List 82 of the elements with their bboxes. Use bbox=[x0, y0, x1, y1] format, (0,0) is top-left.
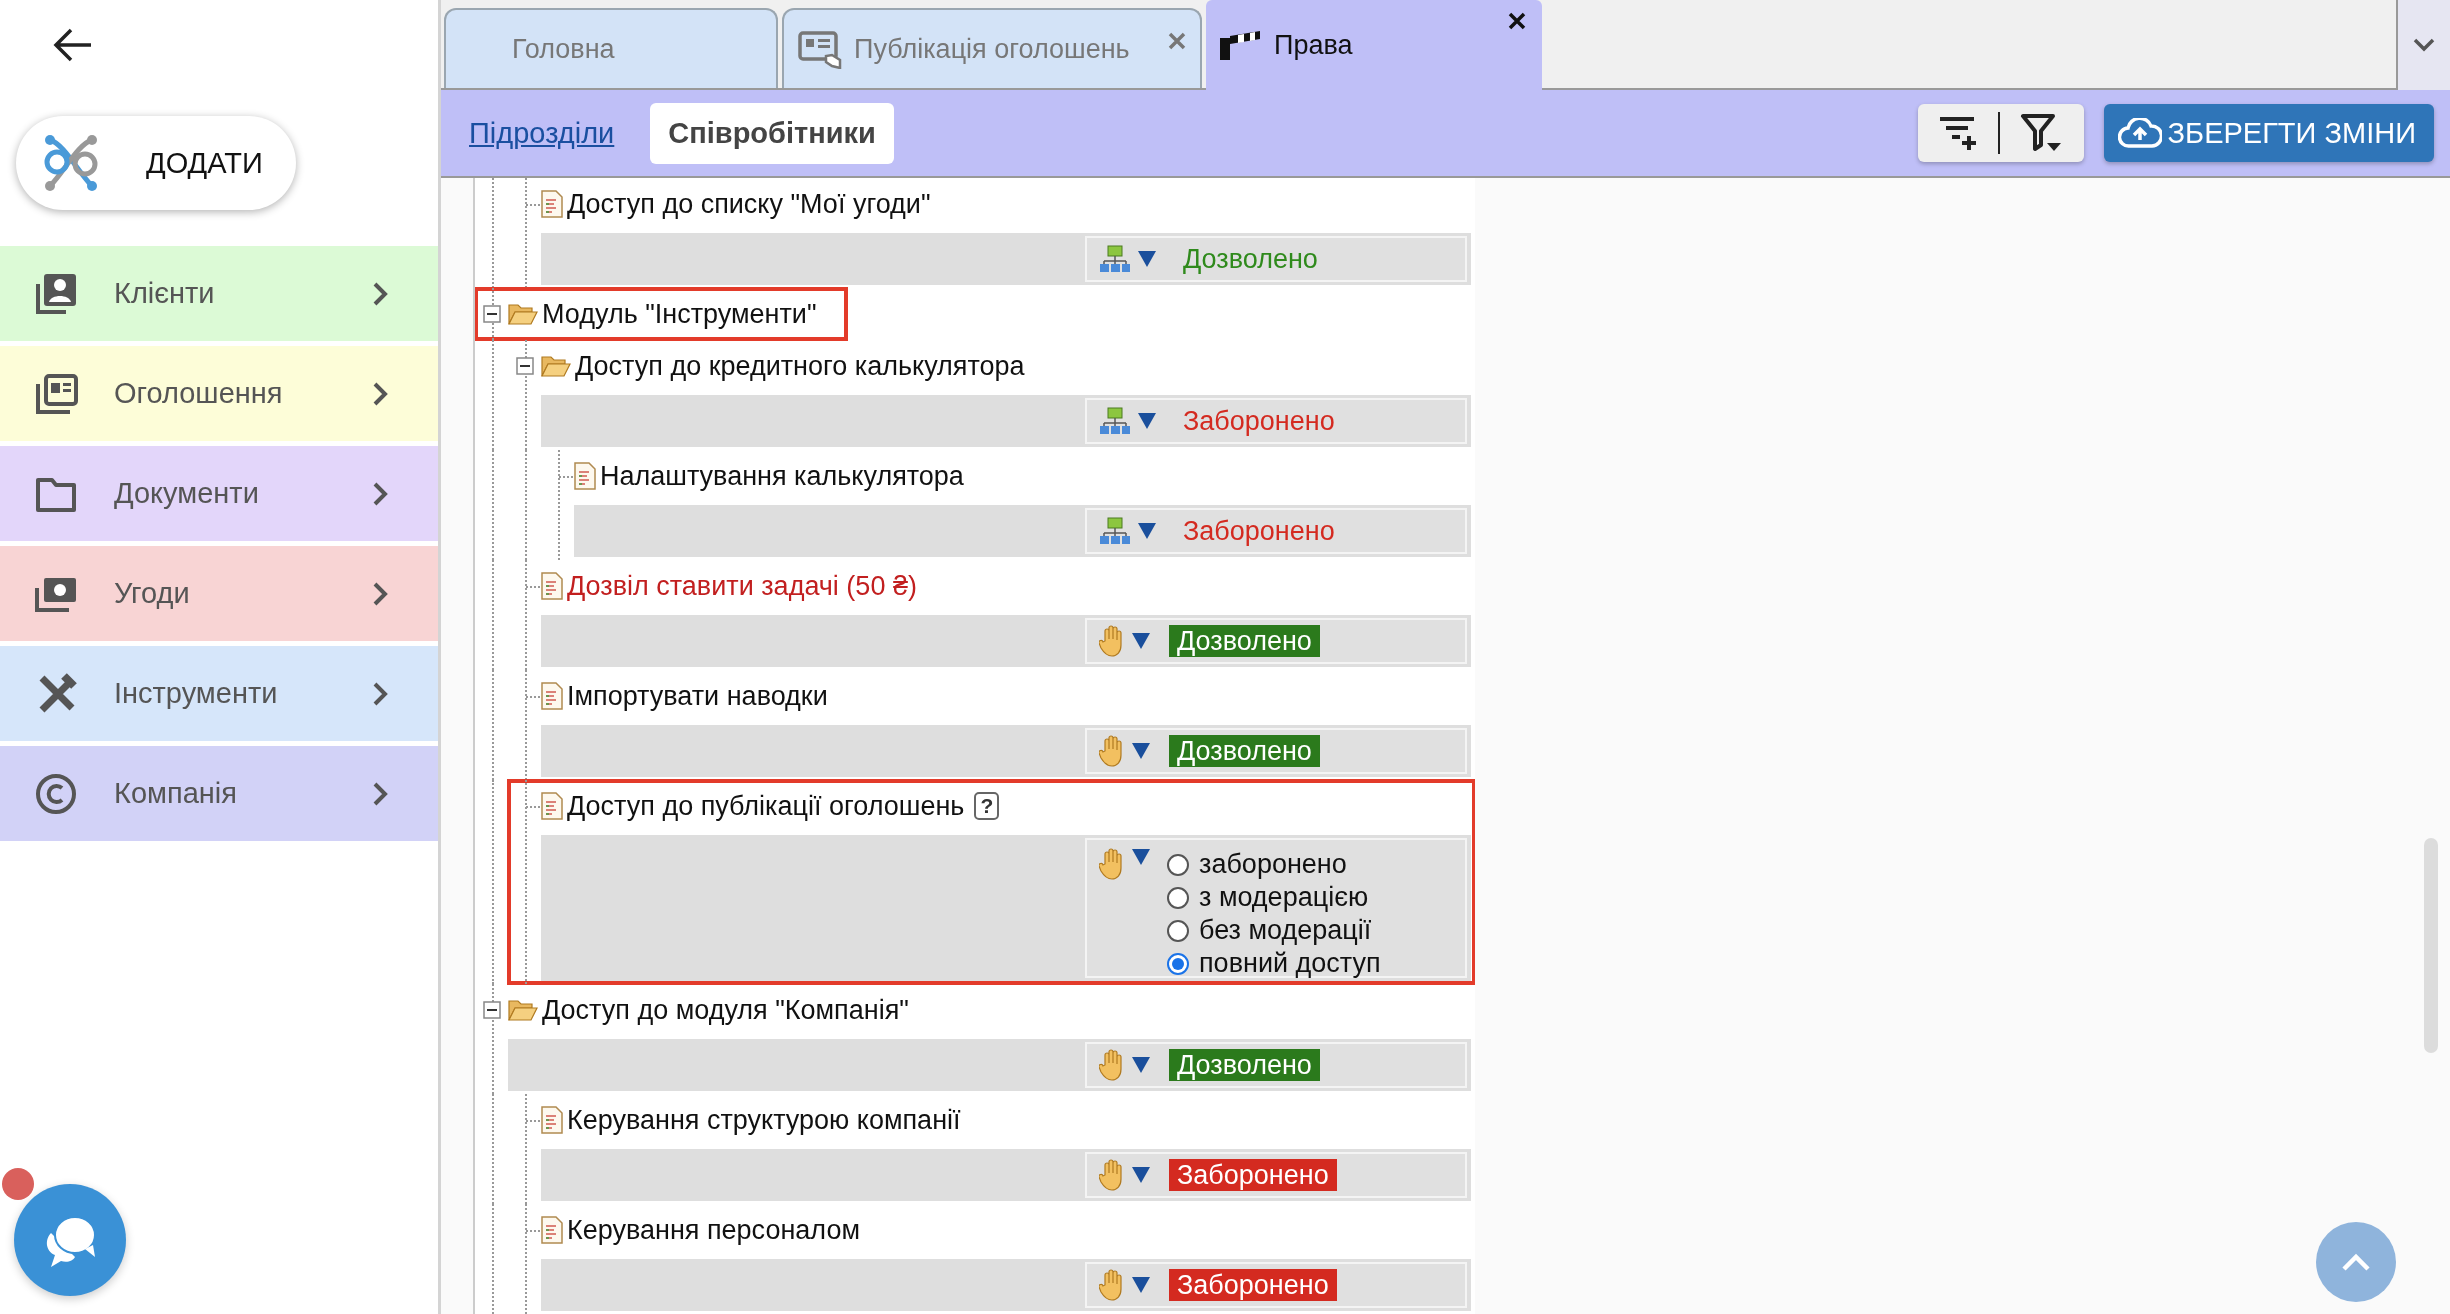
collapse-toggle[interactable] bbox=[516, 357, 534, 375]
caret-down-icon[interactable] bbox=[1131, 742, 1151, 760]
open-folder-icon bbox=[508, 998, 538, 1022]
save-button[interactable]: ЗБЕРЕГТИ ЗМІНИ bbox=[2103, 104, 2434, 162]
option-label: повний доступ bbox=[1199, 948, 1381, 979]
barrier-gate-icon bbox=[1218, 30, 1262, 60]
status-text: Заборонено bbox=[1183, 405, 1335, 437]
status-text: Дозволено bbox=[1183, 243, 1318, 275]
caret-down-icon[interactable] bbox=[1131, 848, 1151, 866]
menu-item[interactable]: Компанія bbox=[0, 746, 438, 841]
document-icon bbox=[541, 682, 563, 710]
newspaper-icon bbox=[34, 371, 78, 416]
permission-name: Доступ до модуля "Компанія" bbox=[542, 994, 909, 1026]
tab[interactable]: Публікація оголошень bbox=[782, 8, 1202, 88]
permission-name: Доступ до списку "Мої угоди" bbox=[567, 188, 931, 220]
permission-name: Імпортувати наводки bbox=[567, 680, 828, 712]
radio-button[interactable] bbox=[1167, 886, 1189, 909]
menu-item[interactable]: Оголошення bbox=[0, 346, 438, 441]
chevron-up-icon bbox=[2341, 1252, 2371, 1272]
radio-button[interactable] bbox=[1167, 919, 1189, 942]
document-icon bbox=[574, 462, 596, 490]
caret-down-icon[interactable] bbox=[1131, 632, 1151, 650]
subtab[interactable]: Підрозділи bbox=[469, 104, 615, 162]
radio-button[interactable] bbox=[1167, 853, 1189, 876]
menu-item[interactable]: Клієнти bbox=[0, 246, 438, 341]
chevron-down-icon bbox=[2413, 38, 2435, 52]
caret-down-icon[interactable] bbox=[1131, 1166, 1151, 1184]
caret-down-icon[interactable] bbox=[1137, 522, 1157, 540]
chevron-right-icon bbox=[372, 480, 388, 507]
open-folder-icon bbox=[508, 302, 538, 326]
chevron-right-icon bbox=[372, 380, 388, 407]
menu-item[interactable]: Документи bbox=[0, 446, 438, 541]
collapse-toggle[interactable] bbox=[483, 1001, 501, 1019]
document-icon bbox=[541, 190, 563, 218]
chevron-right-icon bbox=[372, 780, 388, 807]
scrollbar-thumb[interactable] bbox=[2424, 838, 2438, 1053]
permission-name: Керування структурою компанії bbox=[567, 1104, 961, 1136]
document-icon bbox=[541, 792, 563, 820]
ad-card-icon bbox=[798, 29, 842, 69]
add-filter-icon[interactable] bbox=[1937, 115, 1978, 151]
option-label: без модерації bbox=[1199, 915, 1372, 946]
copyright-icon bbox=[34, 771, 78, 816]
permission-name: Доступ до публікації оголошень bbox=[567, 790, 965, 822]
chevron-right-icon bbox=[372, 280, 388, 307]
chevron-right-icon bbox=[372, 580, 388, 607]
option-label: з модерацією bbox=[1199, 882, 1369, 913]
cloud-upload-icon bbox=[2117, 118, 2162, 148]
status-text: Заборонено bbox=[1183, 515, 1335, 547]
tab[interactable]: Головна bbox=[444, 8, 778, 88]
option-label: заборонено bbox=[1199, 849, 1347, 880]
caret-down-icon[interactable] bbox=[1137, 412, 1157, 430]
chat-button[interactable] bbox=[14, 1184, 126, 1296]
permission-name: Керування персоналом bbox=[567, 1214, 860, 1246]
close-icon[interactable] bbox=[1508, 12, 1526, 30]
status-badge: Заборонено bbox=[1169, 1269, 1337, 1301]
collapse-toggle[interactable] bbox=[483, 305, 501, 323]
subtab[interactable]: Співробітники bbox=[650, 102, 894, 164]
status-badge: Дозволено bbox=[1169, 735, 1320, 767]
menu-item[interactable]: Інструменти bbox=[0, 646, 438, 741]
status-badge: Дозволено bbox=[1169, 625, 1320, 657]
permission-name: Налаштування калькулятора bbox=[600, 460, 964, 492]
document-icon bbox=[541, 572, 563, 600]
open-folder-icon bbox=[541, 354, 571, 378]
back-arrow-icon[interactable] bbox=[53, 28, 93, 62]
chevron-right-icon bbox=[372, 680, 388, 707]
caret-down-icon[interactable] bbox=[1137, 250, 1157, 268]
contacts-icon bbox=[34, 271, 78, 316]
status-badge: Заборонено bbox=[1169, 1159, 1337, 1191]
permission-name: Дозвіл ставити задачі (50 ₴) bbox=[567, 570, 917, 602]
document-icon bbox=[541, 1106, 563, 1134]
help-button[interactable]: ? bbox=[974, 792, 1000, 820]
filter-icon[interactable] bbox=[2019, 113, 2062, 153]
permission-name: Модуль "Інструменти" bbox=[542, 298, 817, 330]
radio-button[interactable] bbox=[1167, 952, 1189, 975]
add-button[interactable]: ДОДАТИ bbox=[16, 116, 296, 210]
document-icon bbox=[541, 1216, 563, 1244]
tab[interactable]: Права bbox=[1206, 0, 1542, 90]
status-badge: Дозволено bbox=[1169, 1049, 1320, 1081]
permission-name: Доступ до кредитного калькулятора bbox=[575, 350, 1025, 382]
menu-item[interactable]: Угоди bbox=[0, 546, 438, 641]
caret-down-icon[interactable] bbox=[1131, 1056, 1151, 1074]
caret-down-icon[interactable] bbox=[1131, 1276, 1151, 1294]
